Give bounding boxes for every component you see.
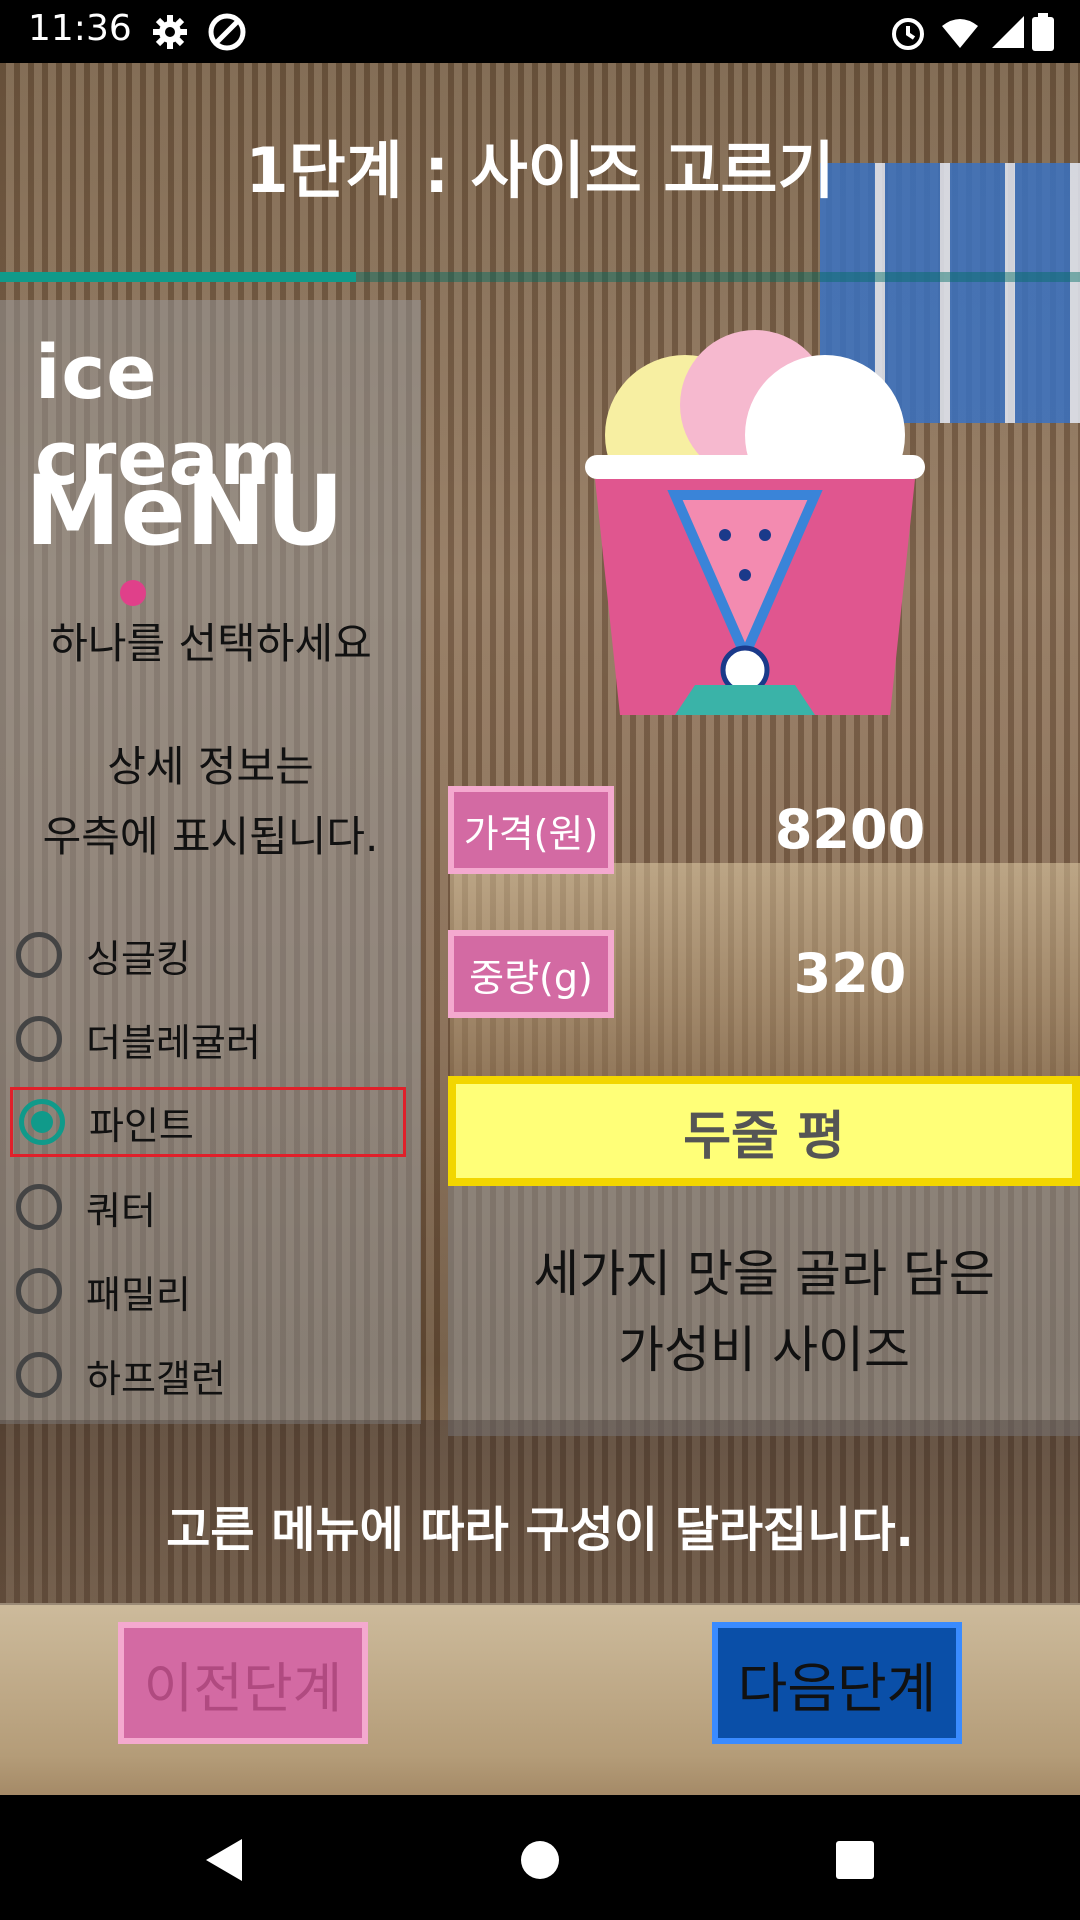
progress-bar — [0, 272, 1080, 282]
review-line2: 가성비 사이즈 — [618, 1321, 910, 1379]
detail-line2: 우측에 표시됩니다. — [42, 812, 379, 861]
radio-pint[interactable]: 파인트 — [10, 1087, 406, 1157]
price-label: 가격(원) — [448, 786, 614, 874]
radio-button[interactable] — [16, 932, 62, 978]
radio-button[interactable] — [16, 1016, 62, 1062]
radio-button[interactable] — [19, 1099, 65, 1145]
home-icon[interactable] — [515, 1835, 565, 1885]
wifi-icon — [942, 19, 978, 48]
recents-icon[interactable] — [830, 1835, 880, 1885]
radio-label: 쿼터 — [86, 1188, 156, 1233]
radio-label: 더블레귤러 — [86, 1020, 261, 1065]
next-step-button[interactable]: 다음단계 — [712, 1622, 962, 1744]
battery-icon — [1032, 13, 1054, 51]
radio-button[interactable] — [16, 1184, 62, 1230]
gear-icon — [153, 15, 187, 49]
menu-panel: ice cream MeNU 하나를 선택하세요 상세 정보는 우측에 표시됩니… — [0, 300, 421, 1424]
choose-prompt: 하나를 선택하세요 — [49, 619, 372, 668]
radio-label: 하프갤런 — [86, 1356, 226, 1401]
footer-note: 고른 메뉴에 따라 구성이 달라집니다. — [166, 1502, 914, 1558]
radio-half-gallon[interactable]: 하프갤런 — [10, 1340, 406, 1410]
status-bar: 11:36 — [0, 0, 1080, 63]
radio-button[interactable] — [16, 1268, 62, 1314]
signal-icon — [992, 16, 1024, 48]
radio-family[interactable]: 패밀리 — [10, 1256, 406, 1326]
logo-dot — [120, 580, 146, 606]
radio-quarter[interactable]: 쿼터 — [10, 1172, 406, 1242]
detail-line1: 상세 정보는 — [107, 742, 314, 791]
system-nav-bar — [0, 1795, 1080, 1920]
previous-step-button[interactable]: 이전단계 — [118, 1622, 368, 1744]
progress-fill — [0, 272, 357, 282]
weight-label: 중량(g) — [448, 930, 614, 1018]
review-text: 세가지 맛을 골라 담은 가성비 사이즈 — [448, 1236, 1080, 1388]
back-icon[interactable] — [200, 1835, 250, 1885]
ice-cream-cup-image — [585, 330, 925, 715]
review-title: 두줄 평 — [448, 1076, 1080, 1186]
detail-info-text: 상세 정보는 우측에 표시됩니다. — [0, 732, 421, 872]
page-title: 1단계 : 사이즈 고르기 — [245, 134, 835, 207]
alarm-icon — [892, 18, 924, 50]
radio-single-king[interactable]: 싱글킹 — [10, 920, 406, 990]
ice-cream-menu-logo: ice cream MeNU — [25, 320, 415, 610]
review-panel: 세가지 맛을 골라 담은 가성비 사이즈 — [448, 1186, 1080, 1436]
radio-label: 싱글킹 — [86, 936, 191, 981]
logo-line2: MeNU — [25, 455, 344, 567]
review-line1: 세가지 맛을 골라 담은 — [533, 1245, 995, 1303]
no-disturb-icon — [208, 13, 246, 51]
radio-button[interactable] — [16, 1352, 62, 1398]
status-time: 11:36 — [28, 8, 132, 49]
radio-label: 패밀리 — [86, 1272, 191, 1317]
radio-double-regular[interactable]: 더블레귤러 — [10, 1004, 406, 1074]
weight-value: 320 — [793, 942, 907, 1005]
price-value: 8200 — [774, 798, 926, 861]
radio-label: 파인트 — [89, 1103, 194, 1148]
